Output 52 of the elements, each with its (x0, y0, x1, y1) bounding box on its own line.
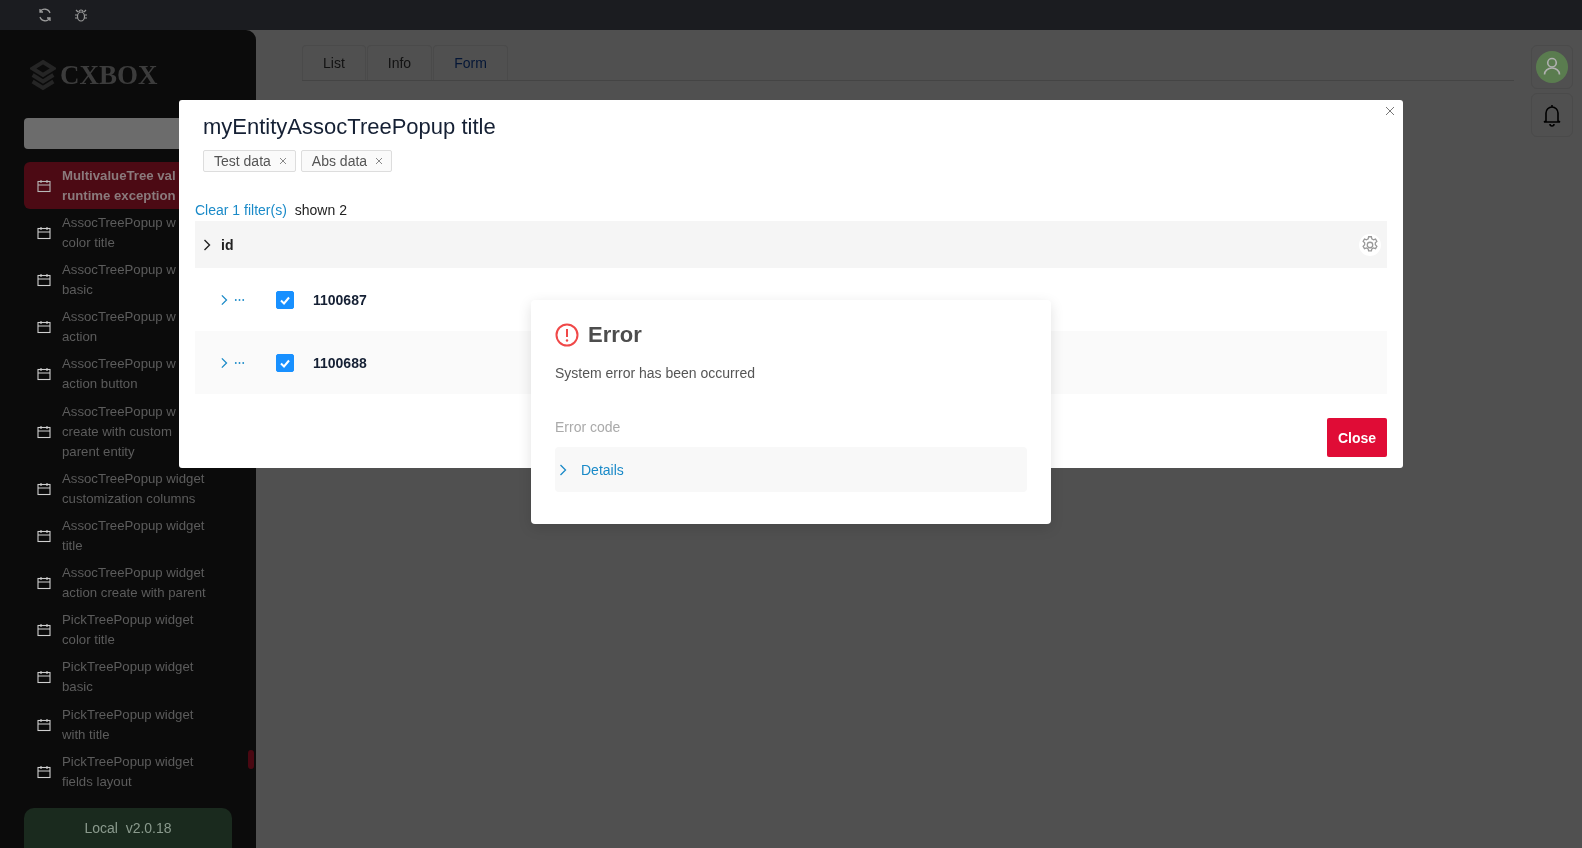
calendar-icon (37, 225, 51, 240)
table-cell: 1100687 (313, 291, 367, 308)
error-code-label: Error code (555, 419, 622, 435)
sidebar-item[interactable]: PickTreePopup widget color title (24, 606, 232, 654)
chevron-icon (557, 463, 569, 476)
details-panel[interactable]: Details (555, 447, 1027, 492)
sidebar-item[interactable]: AssocTreePopup w basic (24, 256, 232, 304)
sidebar-item[interactable]: AssocTreePopup w action (24, 303, 232, 351)
close-icon[interactable] (1385, 106, 1395, 116)
calendar-icon (37, 717, 51, 732)
scrollbar-thumb[interactable] (248, 750, 254, 769)
calendar-icon (37, 481, 51, 496)
expand-icon[interactable] (220, 293, 246, 306)
calendar-icon (37, 528, 51, 543)
dialog-title: myEntityAssocTreePopup title (202, 114, 497, 140)
calendar-icon (37, 764, 51, 779)
chevron-right-icon[interactable] (203, 238, 211, 251)
refresh-icon[interactable] (37, 7, 53, 23)
calendar-icon (37, 576, 51, 591)
calendar-icon (37, 670, 51, 685)
sidebar-item[interactable]: PickTreePopup widget with title (24, 701, 232, 749)
sidebar-item[interactable]: AssocTreePopup w create with custom parent entity (24, 397, 232, 466)
settings-icon[interactable] (1359, 233, 1381, 256)
checkbox[interactable] (276, 353, 294, 372)
sidebar-item[interactable]: AssocTreePopup widget customization columns (24, 465, 232, 513)
sidebar-item[interactable]: PickTreePopup widget fields layout (24, 748, 232, 796)
calendar-icon (37, 424, 51, 439)
bug-icon[interactable] (73, 7, 89, 23)
calendar-icon (37, 623, 51, 638)
table-cell: 1100688 (313, 354, 367, 371)
expand-icon[interactable] (220, 356, 246, 369)
user-avatar-icon[interactable] (1536, 51, 1568, 83)
calendar-icon (37, 367, 51, 382)
dialog-title: Error (588, 322, 642, 348)
sidebar-item[interactable]: AssocTreePopup widget action create with parent (24, 559, 232, 607)
environment-label: Local v2.0.18 (24, 808, 232, 848)
error-icon (555, 323, 579, 347)
sidebar-item[interactable]: AssocTreePopup widget title (24, 512, 232, 560)
checkbox[interactable] (276, 290, 294, 309)
sidebar-item[interactable]: AssocTreePopup w action button (24, 350, 232, 398)
calendar-icon (37, 178, 51, 193)
sidebar-item[interactable]: PickTreePopup widget basic (24, 653, 232, 702)
bell-icon[interactable] (1542, 103, 1562, 127)
close-icon[interactable] (278, 157, 287, 165)
column-header: id (221, 236, 235, 253)
error-message: System error has been occurred (555, 365, 756, 381)
close-button[interactable]: Close (1326, 418, 1387, 457)
shown-count: shown 2 (294, 202, 347, 218)
calendar-icon (37, 320, 51, 335)
tag-label: Abs data (311, 153, 368, 169)
calendar-icon (37, 272, 51, 287)
close-icon[interactable] (375, 157, 384, 165)
